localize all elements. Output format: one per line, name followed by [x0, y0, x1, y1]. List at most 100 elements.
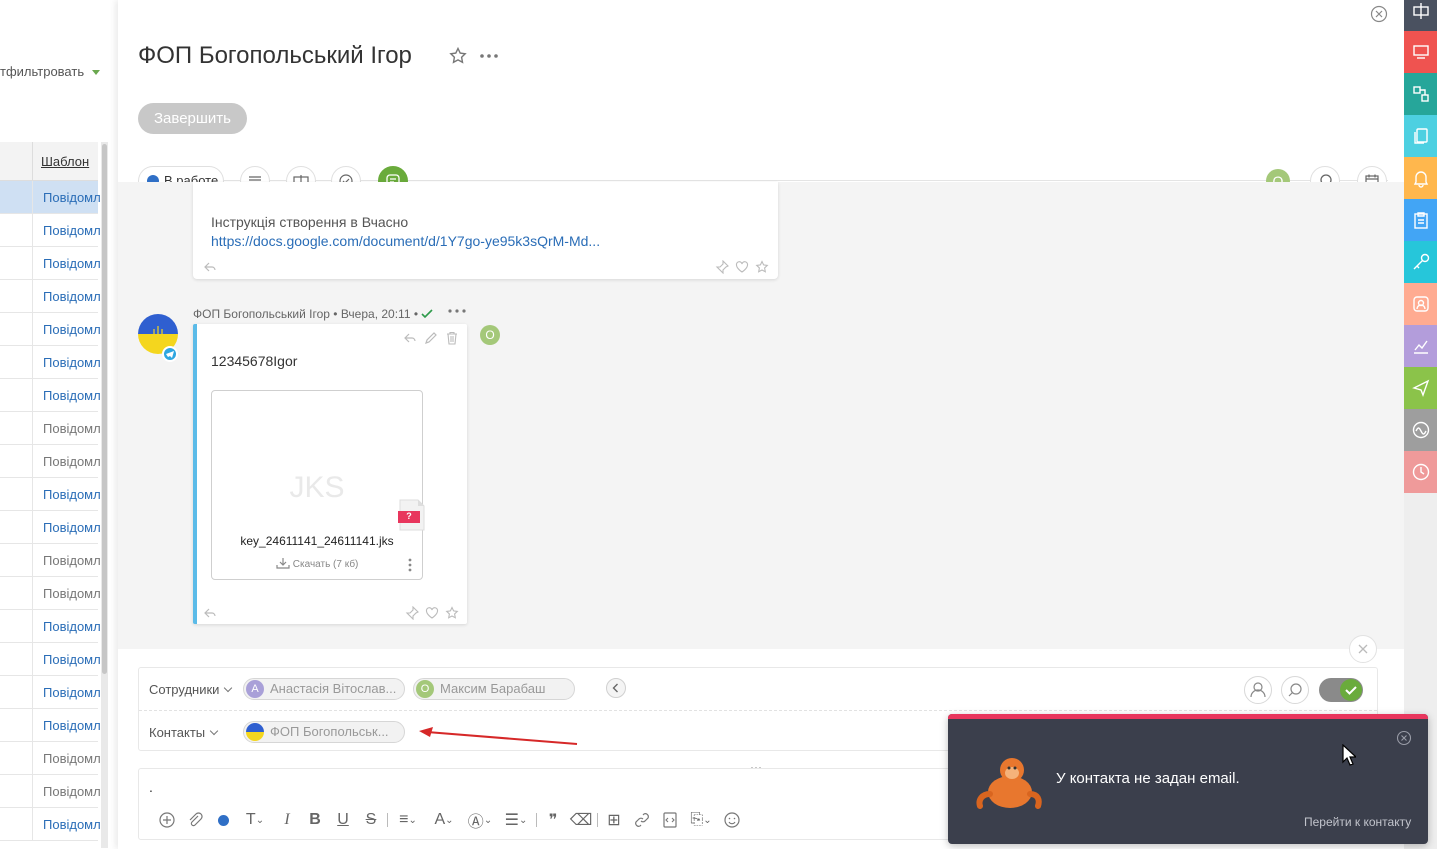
sidebar-item-send[interactable] — [1404, 367, 1437, 409]
attach-icon[interactable] — [181, 809, 209, 831]
heart-icon[interactable] — [735, 260, 749, 274]
employees-dropdown[interactable]: Сотрудники — [149, 682, 233, 697]
sidebar-item-layout[interactable] — [1404, 31, 1437, 73]
pin-icon[interactable] — [405, 606, 419, 620]
link-icon[interactable] — [628, 809, 656, 831]
notify-toggle[interactable] — [1319, 678, 1363, 702]
edit-icon[interactable] — [424, 331, 438, 345]
row-template-cell[interactable]: Повідомл — [43, 487, 101, 502]
finish-button[interactable]: Завершить — [138, 103, 247, 134]
row-template-cell[interactable]: Повідомл — [43, 256, 101, 271]
row-template-cell[interactable]: Повідомл — [43, 751, 101, 766]
row-template-cell[interactable]: Повідомл — [43, 190, 101, 205]
code-icon[interactable] — [656, 809, 684, 831]
star-icon[interactable] — [445, 606, 459, 620]
row-template-cell[interactable]: Повідомл — [43, 421, 101, 436]
row-template-cell[interactable]: Повідомл — [43, 355, 101, 370]
row-template-cell[interactable]: Повідомл — [43, 454, 101, 469]
close-composer-button[interactable] — [1349, 635, 1377, 663]
row-template-cell[interactable]: Повідомл — [43, 784, 101, 799]
search-participant-button[interactable] — [1281, 676, 1309, 704]
go-to-contact-link[interactable]: Перейти к контакту — [1304, 815, 1411, 829]
list-icon[interactable]: ☰ ⌄ — [498, 809, 534, 831]
text-size-icon[interactable]: T ⌄ — [237, 809, 273, 831]
table-row[interactable]: Повідомл — [0, 313, 101, 346]
sidebar-item-flow[interactable] — [1404, 73, 1437, 115]
download-link[interactable]: Скачать (7 кб) — [276, 557, 358, 570]
table-row[interactable]: Повідомл — [0, 379, 101, 412]
reply-icon[interactable] — [403, 331, 417, 345]
table-row[interactable]: Повідомл — [0, 280, 101, 313]
color-dot-icon[interactable] — [209, 809, 237, 831]
table-row[interactable]: Повідомл — [0, 775, 101, 808]
row-template-cell[interactable]: Повідомл — [43, 652, 101, 667]
row-template-cell[interactable]: Повідомл — [43, 553, 101, 568]
scrollbar-thumb[interactable] — [102, 144, 107, 674]
bold-icon[interactable]: B — [301, 809, 329, 831]
table-row[interactable]: Повідомл — [0, 181, 101, 214]
table-row[interactable]: Повідомл — [0, 742, 101, 775]
heart-icon[interactable] — [425, 606, 439, 620]
trash-icon[interactable] — [445, 331, 459, 345]
row-template-cell[interactable]: Повідомл — [43, 289, 101, 304]
contacts-dropdown[interactable]: Контакты — [149, 725, 219, 740]
pin-icon[interactable] — [715, 260, 729, 274]
table-row[interactable]: Повідомл — [0, 808, 101, 841]
italic-icon[interactable]: I — [273, 809, 301, 831]
row-template-cell[interactable]: Повідомл — [43, 520, 101, 535]
row-template-cell[interactable]: Повідомл — [43, 586, 101, 601]
reply-icon[interactable] — [203, 606, 217, 620]
underline-icon[interactable]: U — [329, 809, 357, 831]
emoji-icon[interactable] — [718, 809, 746, 831]
strikethrough-icon[interactable]: S — [357, 809, 385, 831]
row-template-cell[interactable]: Повідомл — [43, 322, 101, 337]
sidebar-item-wave[interactable] — [1404, 409, 1437, 451]
font-color-icon[interactable]: Ⓐ ⌄ — [462, 809, 498, 831]
sidebar-item-key[interactable] — [1404, 241, 1437, 283]
message-more-icon[interactable] — [447, 304, 467, 318]
contact-chip[interactable]: ФОП Богопольськ... — [243, 721, 405, 743]
add-person-button[interactable] — [1244, 676, 1272, 704]
align-icon[interactable]: ≡ ⌄ — [390, 809, 426, 831]
sidebar-item-clipboard[interactable] — [1404, 199, 1437, 241]
table-row[interactable]: Повідомл — [0, 610, 101, 643]
employee-chip[interactable]: О Максим Барабаш — [413, 678, 575, 700]
sidebar-item-clock[interactable] — [1404, 451, 1437, 493]
sidebar-item-copy[interactable] — [1404, 115, 1437, 157]
message-link[interactable]: https://docs.google.com/document/d/1Y7go… — [211, 233, 600, 249]
quote-icon[interactable]: ❞ — [539, 809, 567, 831]
close-icon[interactable] — [1396, 730, 1412, 746]
more-options-icon[interactable] — [478, 46, 500, 66]
font-icon[interactable]: A ⌄ — [426, 809, 462, 831]
table-row[interactable]: Повідомл — [0, 478, 101, 511]
filter-dropdown[interactable]: тфильтровать — [0, 64, 101, 79]
row-template-cell[interactable]: Повідомл — [43, 817, 101, 832]
row-template-cell[interactable]: Повідомл — [43, 223, 101, 238]
close-panel-icon[interactable] — [1370, 5, 1388, 23]
table-row[interactable]: Повідомл — [0, 214, 101, 247]
row-template-cell[interactable]: Повідомл — [43, 388, 101, 403]
sidebar-item-bell[interactable] — [1404, 157, 1437, 199]
table-row[interactable]: Повідомл — [0, 346, 101, 379]
table-row[interactable]: Повідомл — [0, 511, 101, 544]
file-attachment[interactable]: JKS ? key_24611141_24611141.jks Скачать … — [211, 390, 425, 580]
table-row[interactable]: Повідомл — [0, 445, 101, 478]
sidebar-item-chart[interactable] — [1404, 325, 1437, 367]
eraser-icon[interactable]: ⌫ — [567, 809, 595, 831]
star-icon[interactable] — [755, 260, 769, 274]
row-template-cell[interactable]: Повідомл — [43, 685, 101, 700]
table-row[interactable]: Повідомл — [0, 412, 101, 445]
collapse-chips-button[interactable] — [606, 678, 626, 698]
employee-chip[interactable]: А Анастасія Вітослав... — [243, 678, 405, 700]
table-row[interactable]: Повідомл — [0, 247, 101, 280]
table-icon[interactable]: ⊞ — [600, 809, 628, 831]
sidebar-item-contact[interactable] — [1404, 283, 1437, 325]
editor-text[interactable]: . — [149, 779, 153, 795]
table-row[interactable]: Повідомл — [0, 544, 101, 577]
sidebar-item-columns[interactable] — [1404, 0, 1437, 31]
table-row[interactable]: Повідомл — [0, 643, 101, 676]
file-menu-icon[interactable] — [408, 557, 412, 573]
table-row[interactable]: Повідомл — [0, 577, 101, 610]
plus-icon[interactable] — [153, 809, 181, 831]
table-row[interactable]: Повідомл — [0, 676, 101, 709]
